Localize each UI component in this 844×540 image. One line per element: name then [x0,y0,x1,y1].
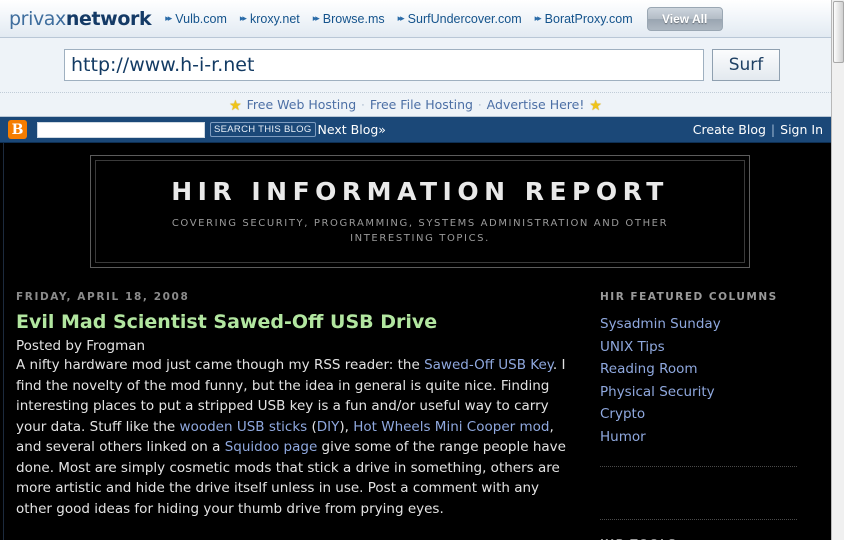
post-date: FRIDAY, APRIL 18, 2008 [16,291,190,303]
page-left-edge-rule [3,143,4,540]
post-inline-link-squidoo-page[interactable]: Squidoo page [225,439,318,455]
blogger-links-separator: | [770,122,776,137]
sidebar-item-humor[interactable]: Humor [600,426,815,449]
blog-subtitle: COVERING SECURITY, PROGRAMMING, SYSTEMS … [171,218,669,244]
post-inline-link-wooden-usb-sticks[interactable]: wooden USB sticks [180,419,308,435]
privax-link-label: Browse.ms [322,11,385,26]
promo-separator: · [361,98,365,111]
post-inline-link-diy[interactable]: DIY [317,419,340,435]
privax-logo[interactable]: privaxnetwork [9,7,152,30]
blog-search-input[interactable] [37,121,205,138]
url-input[interactable] [64,49,704,81]
sidebar-item-physical-security[interactable]: Physical Security [600,381,815,404]
privax-logo-bold: network [65,7,152,30]
hosting-promo-row: ★ Free Web Hosting · Free File Hosting ·… [0,93,831,117]
browser-page: privaxnetwork ▸▸ Vulb.com ▸▸ kroxy.net ▸… [0,0,844,540]
vertical-scrollbar[interactable] [831,0,844,540]
blogger-navbar: B SEARCH THIS BLOG Next Blog» Create Blo… [0,117,831,143]
surf-button[interactable]: Surf [712,49,780,81]
privax-logo-thin: privax [9,7,66,30]
blog-content-area: HIR INFORMATION REPORT COVERING SECURITY… [0,143,831,540]
blog-header-inner-frame: HIR INFORMATION REPORT COVERING SECURITY… [95,160,745,263]
privax-link-kroxy[interactable]: ▸▸ kroxy.net [240,12,300,26]
privax-toolbar: privaxnetwork ▸▸ Vulb.com ▸▸ kroxy.net ▸… [0,0,831,38]
privax-link-vulb[interactable]: ▸▸ Vulb.com [165,12,227,26]
double-arrow-icon: ▸▸ [397,13,405,23]
post-author: Posted by Frogman [16,338,146,354]
vertical-scrollbar-thumb[interactable] [833,1,844,63]
privax-link-browse[interactable]: ▸▸ Browse.ms [313,12,385,26]
sidebar-item-crypto[interactable]: Crypto [600,403,815,426]
double-arrow-icon: ▸▸ [312,13,320,23]
post-body-text: A nifty hardware mod just came though my… [16,357,425,373]
next-blog-link[interactable]: Next Blog» [318,122,386,137]
double-arrow-icon: ▸▸ [239,13,247,23]
blog-title: HIR INFORMATION REPORT [171,177,669,206]
privax-link-boratproxy[interactable]: ▸▸ BoratProxy.com [535,12,633,26]
privax-link-label: BoratProxy.com [544,11,633,26]
blog-sidebar: HIR FEATURED COLUMNS Sysadmin Sunday UNI… [600,291,815,540]
blogger-account-links: Create Blog | Sign In [693,122,823,137]
promo-link-free-file-hosting[interactable]: Free File Hosting [370,97,473,112]
view-all-button[interactable]: View All [646,6,723,31]
blogger-logo-icon[interactable]: B [8,120,27,139]
post-body: A nifty hardware mod just came though my… [16,355,576,519]
post-body-text: ( [307,418,317,435]
promo-link-free-web-hosting[interactable]: Free Web Hosting [247,97,357,112]
privax-link-label: SurfUndercover.com [407,11,522,26]
star-icon: ★ [589,96,602,113]
sidebar-heading-featured-columns: HIR FEATURED COLUMNS [600,291,778,303]
post-body-text: ), [339,418,354,435]
privax-link-label: Vulb.com [175,11,227,26]
star-icon: ★ [229,96,242,113]
url-entry-row: Surf [0,38,831,93]
privax-link-surfundercover[interactable]: ▸▸ SurfUndercover.com [398,12,522,26]
main-post-column: FRIDAY, APRIL 18, 2008 Evil Mad Scientis… [16,291,576,540]
sidebar-item-unix-tips[interactable]: UNIX Tips [600,336,815,359]
search-this-blog-button[interactable]: SEARCH THIS BLOG [210,122,316,137]
create-blog-link[interactable]: Create Blog [693,122,766,137]
double-arrow-icon: ▸▸ [534,13,542,23]
sidebar-divider [600,519,797,520]
promo-separator: · [478,98,482,111]
sidebar-item-sysadmin-sunday[interactable]: Sysadmin Sunday [600,313,815,336]
sign-in-link[interactable]: Sign In [780,122,823,137]
privax-link-label: kroxy.net [249,11,300,26]
double-arrow-icon: ▸▸ [165,13,172,23]
promo-link-advertise-here[interactable]: Advertise Here! [487,97,585,112]
post-inline-link-sawed-off-usb-key[interactable]: Sawed-Off USB Key [424,357,553,373]
sidebar-item-reading-room[interactable]: Reading Room [600,358,815,381]
privax-nav-links: ▸▸ Vulb.com ▸▸ kroxy.net ▸▸ Browse.ms ▸▸… [165,12,632,26]
post-title-link[interactable]: Evil Mad Scientist Sawed-Off USB Drive [16,311,576,333]
blog-header-banner: HIR INFORMATION REPORT COVERING SECURITY… [90,155,750,268]
post-inline-link-hot-wheels-mod[interactable]: Hot Wheels Mini Cooper mod [353,419,549,435]
